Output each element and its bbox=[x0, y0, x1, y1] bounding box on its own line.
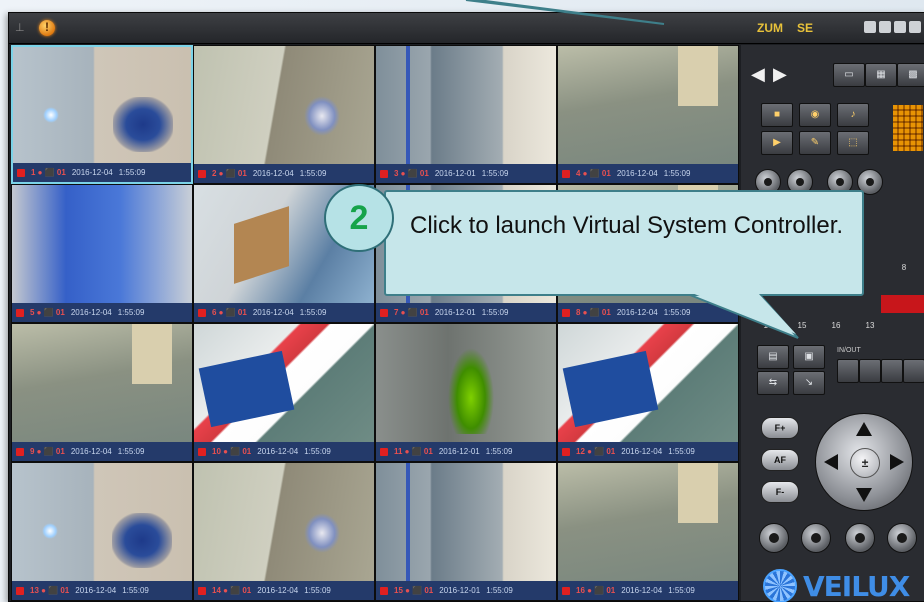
step-badge: 2 bbox=[324, 184, 394, 252]
callout-tail-cover bbox=[692, 293, 796, 334]
callout-tail-fill bbox=[692, 293, 796, 334]
